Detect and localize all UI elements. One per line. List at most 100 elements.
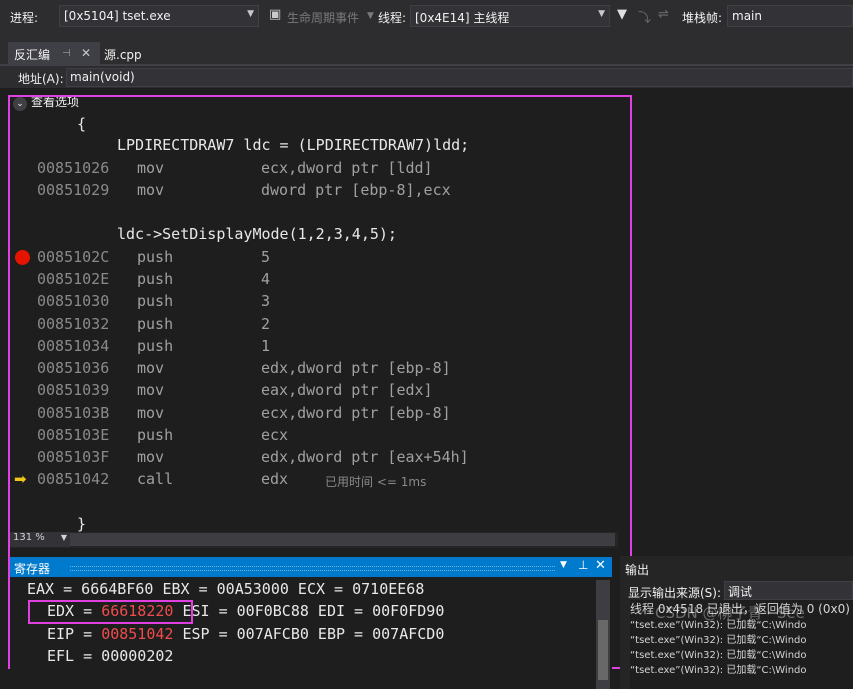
register-line: EAX = 6664BF60 EBX = 00A53000 ECX = 0710…: [27, 580, 425, 598]
title-grip: [70, 566, 555, 571]
disasm-operands: ecx: [261, 426, 289, 444]
disasm-address: 00851026: [37, 159, 110, 177]
disasm-opcode: push: [137, 292, 174, 310]
register-value-changed: 00851042: [101, 625, 174, 643]
disasm-operands: 1: [261, 337, 271, 355]
register-rest: ESP = 007AFCB0 EBP = 007AFCD0: [173, 625, 445, 643]
disasm-opcode: push: [137, 248, 174, 266]
disasm-operands: ecx,dword ptr [ebp-8]: [261, 404, 451, 422]
thread-label: 线程:: [378, 11, 407, 25]
chevron-down-icon: ▼: [247, 9, 254, 19]
output-line: “tset.exe”(Win32): 已加载“C:\Windo: [630, 650, 807, 661]
disasm-address: 0085103B: [37, 404, 110, 422]
thread-value: [0x4E14] 主线程: [415, 11, 510, 25]
source-brace-open: {: [77, 115, 87, 133]
disasm-operands: 2: [261, 315, 271, 333]
disasm-address: 00851032: [37, 315, 110, 333]
disasm-opcode: mov: [137, 181, 165, 199]
disasm-opcode: push: [137, 315, 174, 333]
disasm-opcode: mov: [137, 448, 165, 466]
disasm-opcode: mov: [137, 359, 165, 377]
disasm-opcode: mov: [137, 381, 165, 399]
view-options-label: 查看选项: [31, 95, 80, 109]
pin-icon[interactable]: ⊥: [578, 558, 588, 572]
tab-underline: [0, 64, 853, 66]
edx-highlight-box: [28, 600, 193, 624]
disasm-address: 00851034: [37, 337, 110, 355]
process-label: 进程:: [10, 11, 39, 25]
registers-titlebar[interactable]: 寄存器 ▼ ⊥ ✕: [10, 557, 612, 577]
disasm-opcode: push: [137, 270, 174, 288]
zoom-value: 131 %: [13, 532, 45, 543]
stackframe-label: 堆栈帧:: [682, 11, 723, 25]
disasm-operands: edx,dword ptr [ebp-8]: [261, 359, 451, 377]
chevron-down-icon: ▼: [598, 9, 605, 19]
disasm-address: 0085102E: [37, 270, 110, 288]
source-line: ldc->SetDisplayMode(1,2,3,4,5);: [117, 225, 397, 243]
close-icon[interactable]: ✕: [81, 46, 91, 60]
tab-source-cpp[interactable]: 源.cpp: [104, 46, 142, 63]
address-value: main(void): [70, 70, 135, 84]
disasm-opcode: mov: [137, 404, 165, 422]
register-rest: ESI = 00F0BC88 EDI = 00F0FD90: [173, 602, 445, 620]
watermark: CSDN @柳子青 · See: [655, 604, 805, 622]
disasm-operands: dword ptr [ebp-8],ecx: [261, 181, 451, 199]
disasm-address: 00851029: [37, 181, 110, 199]
disasm-address: 00851039: [37, 381, 110, 399]
lifecycle-events-label[interactable]: 生命周期事件: [287, 9, 359, 26]
zoom-dropdown[interactable]: 131 % ▼: [10, 532, 70, 547]
register-line: EFL = 00000202: [47, 647, 174, 665]
registers-title: 寄存器: [14, 562, 51, 576]
disasm-operands: ecx,dword ptr [ldd]: [261, 159, 433, 177]
output-source-value: 调试: [728, 585, 753, 599]
filter-clear-icon[interactable]: ⤵: [638, 7, 651, 26]
tab-disassembly-label[interactable]: 反汇编: [14, 46, 50, 63]
disasm-operands: edx,dword ptr [eax+54h]: [261, 448, 469, 466]
source-line: LPDIRECTDRAW7 ldc = (LPDIRECTDRAW7)ldd;: [117, 136, 470, 154]
thread-flag-icon[interactable]: ⇌: [658, 7, 669, 22]
lifecycle-icon[interactable]: ▣: [269, 7, 281, 22]
disasm-address: 0085102C: [37, 248, 110, 266]
disasm-operands: 5: [261, 248, 271, 266]
disasm-address: 0085103F: [37, 448, 110, 466]
output-source-dropdown[interactable]: 调试: [724, 581, 853, 600]
disasm-address: 00851042: [37, 470, 110, 488]
disasm-opcode: push: [137, 426, 174, 444]
scroll-thumb[interactable]: [598, 620, 608, 680]
output-source-label: 显示输出来源(S):: [628, 586, 722, 600]
chevron-down-icon: ▼: [60, 533, 67, 542]
stackframe-dropdown[interactable]: main: [727, 5, 853, 27]
chevron-down-icon[interactable]: ▼: [367, 11, 374, 21]
elapsed-time-hint: 已用时间 <= 1ms: [325, 475, 427, 489]
disasm-operands: 3: [261, 292, 271, 310]
output-title: 输出: [625, 563, 650, 577]
register-label: EIP =: [47, 625, 102, 643]
disasm-opcode: push: [137, 337, 174, 355]
disasm-address: 0085103E: [37, 426, 110, 444]
process-value: [0x5104] tset.exe: [64, 9, 171, 23]
output-line: “tset.exe”(Win32): 已加载“C:\Windo: [630, 665, 807, 676]
register-line: EIP = 00851042 ESP = 007AFCB0 EBP = 007A…: [47, 623, 444, 645]
address-label: 地址(A):: [18, 72, 64, 86]
disasm-operands: 4: [261, 270, 271, 288]
horizontal-scrollbar[interactable]: [70, 533, 615, 546]
disasm-opcode: call: [137, 470, 174, 488]
breakpoint-icon[interactable]: [15, 250, 30, 265]
disasm-operands: eax,dword ptr [edx]: [261, 381, 433, 399]
stackframe-value: main: [732, 9, 762, 23]
view-options-toggle[interactable]: ⌄ 查看选项: [13, 93, 79, 111]
process-dropdown[interactable]: [0x5104] tset.exe ▼: [59, 5, 259, 27]
thread-dropdown[interactable]: [0x4E14] 主线程 ▼: [410, 5, 610, 27]
disasm-opcode: mov: [137, 159, 165, 177]
vertical-scrollbar[interactable]: [596, 580, 610, 689]
chevron-down-icon[interactable]: ▼: [560, 560, 567, 570]
address-input[interactable]: main(void): [66, 68, 853, 87]
output-line: “tset.exe”(Win32): 已加载“C:\Windo: [630, 635, 807, 646]
filter-icon[interactable]: ▼: [617, 7, 627, 22]
chevron-down-icon: ⌄: [13, 97, 27, 111]
disasm-address: 00851036: [37, 359, 110, 377]
disasm-operands: edx: [261, 470, 289, 488]
close-icon[interactable]: ✕: [595, 558, 606, 573]
current-instruction-arrow-icon: ➡: [14, 470, 27, 488]
pin-icon[interactable]: ⊣: [62, 48, 71, 59]
